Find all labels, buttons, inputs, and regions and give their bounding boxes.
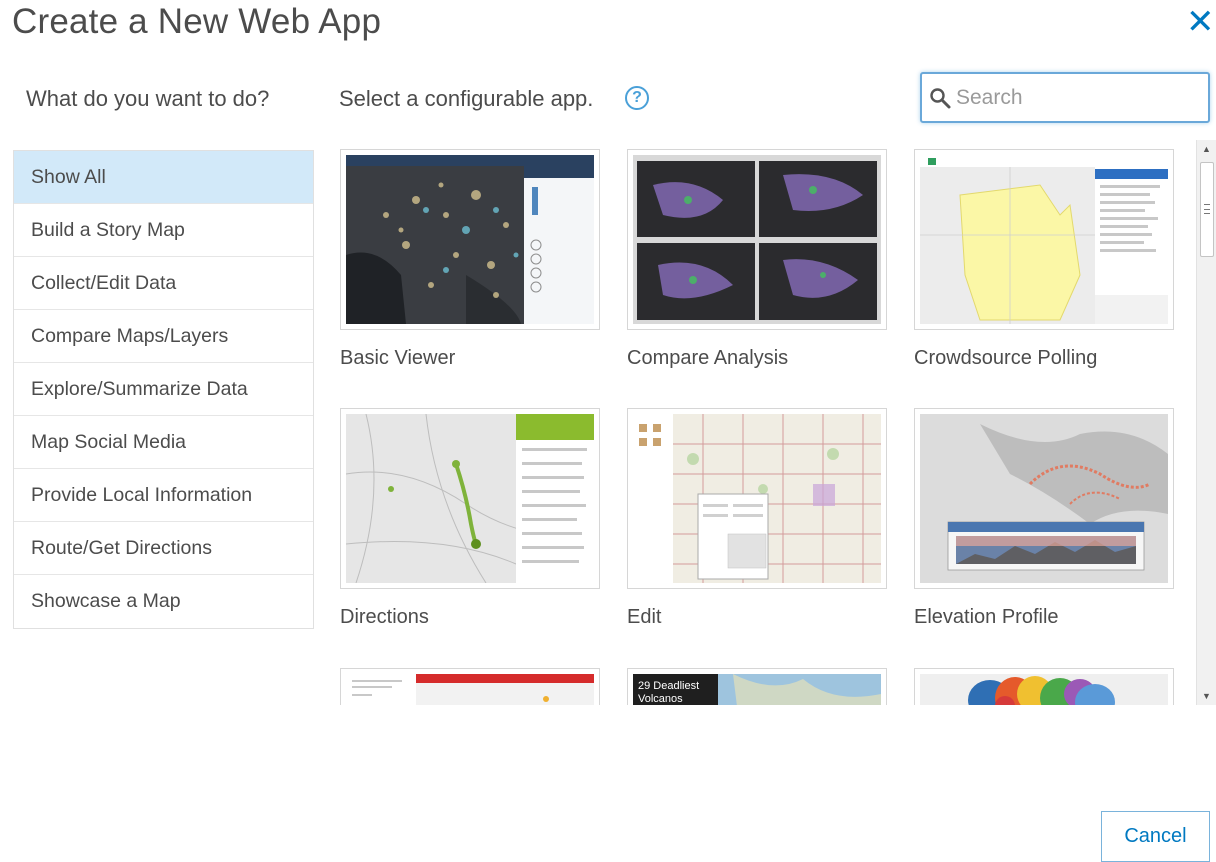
help-icon[interactable]: ? [625,86,649,110]
map-thumbnail-image: 29 Deadliest Volcanos [633,674,881,705]
scroll-up-arrow-icon[interactable]: ▲ [1197,140,1216,158]
category-item-collect-edit-data[interactable]: Collect/Edit Data [14,257,313,310]
app-thumbnail[interactable] [340,668,600,705]
thumbnail-text-line-2: Volcanos [638,693,683,705]
scroll-thumb[interactable] [1200,162,1214,257]
app-thumbnail[interactable]: 29 Deadliest Volcanos [627,668,887,705]
app-card-crowdsource-polling[interactable]: Crowdsource Polling [914,149,1174,370]
app-card-bubbles-map[interactable] [914,668,1174,705]
app-card-title: Basic Viewer [340,347,456,369]
app-thumbnail[interactable] [340,149,600,330]
app-card-compare-analysis[interactable]: Compare Analysis [627,149,887,370]
app-card-title: Elevation Profile [914,606,1059,628]
app-card-volcanos-map[interactable]: 29 Deadliest Volcanos [627,668,887,705]
app-card-title: Directions [340,606,429,628]
app-card-edit[interactable]: Edit [627,408,887,629]
category-item-build-story-map[interactable]: Build a Story Map [14,204,313,257]
category-item-show-all[interactable]: Show All [14,151,313,204]
category-item-route-get-directions[interactable]: Route/Get Directions [14,522,313,575]
map-thumbnail-image [920,674,1168,705]
close-icon[interactable]: ✕ [1186,4,1216,40]
search-box[interactable] [920,72,1210,123]
category-item-compare-maps-layers[interactable]: Compare Maps/Layers [14,310,313,363]
scroll-grip-icon [1204,204,1210,214]
map-thumbnail-image [920,414,1168,583]
app-card-title: Edit [627,606,662,628]
app-thumbnail[interactable] [627,149,887,330]
app-card-title: Crowdsource Polling [914,347,1098,369]
app-card-title: Compare Analysis [627,347,789,369]
dialog-title: Create a New Web App [12,2,382,41]
category-item-provide-local-information[interactable]: Provide Local Information [14,469,313,522]
search-input[interactable] [956,85,1196,110]
map-thumbnail-image [346,155,594,324]
app-card-elevation-profile[interactable]: Elevation Profile [914,408,1174,629]
app-card-directions[interactable]: Directions [340,408,600,629]
map-thumbnail-image [633,155,881,324]
scroll-down-arrow-icon[interactable]: ▼ [1197,687,1216,705]
map-thumbnail-image [346,414,594,583]
map-thumbnail-image [633,414,881,583]
gallery-scrollbar[interactable]: ▲ ▼ [1196,140,1216,705]
category-item-showcase-a-map[interactable]: Showcase a Map [14,575,313,628]
search-icon [930,87,951,108]
app-thumbnail[interactable] [914,149,1174,330]
category-item-explore-summarize-data[interactable]: Explore/Summarize Data [14,363,313,416]
app-thumbnail[interactable] [340,408,600,589]
cancel-button[interactable]: Cancel [1101,811,1210,862]
app-thumbnail[interactable] [914,668,1174,705]
app-card-basic-viewer[interactable]: Basic Viewer [340,149,600,370]
app-gallery: Basic Viewer Compare Analysis Crowdsourc… [328,140,1214,705]
sidebar-heading: What do you want to do? [26,86,270,111]
app-card-emergency-map[interactable] [340,668,600,705]
map-thumbnail-image [346,674,594,705]
gallery-heading: Select a configurable app. [339,86,594,111]
category-list: Show All Build a Story Map Collect/Edit … [13,150,314,629]
app-thumbnail[interactable] [627,408,887,589]
thumbnail-text-line-1: 29 Deadliest [638,680,699,692]
app-thumbnail[interactable] [914,408,1174,589]
map-thumbnail-image [920,155,1168,324]
category-item-map-social-media[interactable]: Map Social Media [14,416,313,469]
